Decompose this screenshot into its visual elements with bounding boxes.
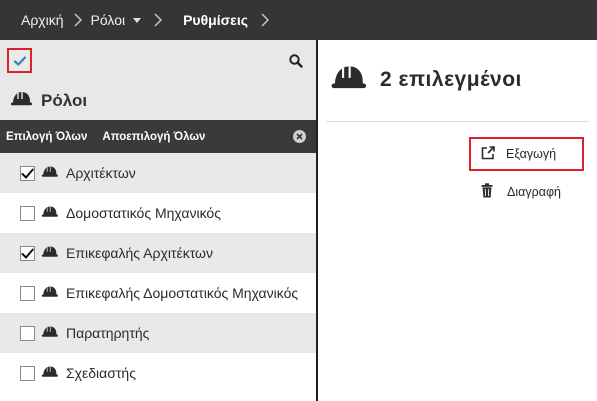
role-label: Αρχιτέκτων bbox=[66, 165, 136, 181]
breadcrumb-settings[interactable]: Ρυθμίσεις bbox=[183, 12, 248, 28]
divider bbox=[326, 121, 589, 122]
breadcrumb-roles[interactable]: Ρόλοι bbox=[91, 12, 126, 28]
role-checkbox[interactable] bbox=[20, 205, 35, 221]
hard-hat-icon bbox=[41, 325, 58, 341]
hard-hat-icon bbox=[10, 90, 32, 112]
toggle-selection-button[interactable] bbox=[7, 48, 32, 73]
select-all-link[interactable]: Επιλογή Όλων bbox=[6, 131, 87, 143]
section-title: Ρόλοι bbox=[41, 91, 88, 110]
checkmark-icon bbox=[21, 248, 34, 258]
role-checkbox[interactable] bbox=[20, 285, 35, 301]
hard-hat-icon bbox=[330, 62, 366, 97]
role-label: Σχεδιαστής bbox=[66, 365, 136, 381]
export-button[interactable]: Εξαγωγή bbox=[469, 137, 584, 171]
breadcrumb: Αρχική Ρόλοι Ρυθμίσεις bbox=[0, 0, 597, 40]
hard-hat-icon bbox=[41, 245, 58, 261]
role-label: Επικεφαλής Αρχιτέκτων bbox=[66, 245, 213, 261]
role-row[interactable]: Παρατηρητής bbox=[0, 313, 316, 353]
hard-hat-icon bbox=[41, 205, 58, 221]
hard-hat-icon bbox=[41, 365, 58, 381]
breadcrumb-home[interactable]: Αρχική bbox=[21, 12, 64, 28]
role-list: Αρχιτέκτων Δομοστατικός Μηχανικός Επικεφαλ… bbox=[0, 153, 316, 393]
roles-panel: Ρόλοι Επιλογή Όλων Αποεπιλογή Όλων Αρχιτ… bbox=[0, 40, 316, 401]
selection-header: 2 επιλεγμένοι bbox=[330, 62, 522, 97]
role-row[interactable]: Δομοστατικός Μηχανικός bbox=[0, 193, 316, 233]
section-header: Ρόλοι bbox=[0, 82, 316, 120]
checkmark-icon bbox=[21, 168, 34, 178]
close-icon[interactable] bbox=[293, 130, 306, 143]
export-label: Εξαγωγή bbox=[506, 147, 557, 161]
trash-icon bbox=[481, 183, 493, 201]
role-checkbox[interactable] bbox=[20, 365, 35, 381]
role-checkbox[interactable] bbox=[20, 245, 35, 261]
chevron-right-icon bbox=[261, 13, 269, 27]
role-checkbox[interactable] bbox=[20, 325, 35, 341]
checkmark-icon bbox=[13, 55, 26, 66]
delete-button[interactable]: Διαγραφή bbox=[481, 182, 561, 202]
hard-hat-icon bbox=[41, 285, 58, 301]
role-row[interactable]: Επικεφαλής Δομοστατικός Μηχανικός bbox=[0, 273, 316, 313]
role-label: Παρατηρητής bbox=[66, 325, 150, 341]
role-row[interactable]: Επικεφαλής Αρχιτέκτων bbox=[0, 233, 316, 273]
selection-bar: Επιλογή Όλων Αποεπιλογή Όλων bbox=[0, 120, 316, 153]
search-icon[interactable] bbox=[288, 53, 304, 69]
list-toolbar bbox=[0, 40, 316, 82]
role-label: Επικεφαλής Δομοστατικός Μηχανικός bbox=[66, 285, 299, 301]
role-row[interactable]: Σχεδιαστής bbox=[0, 353, 316, 393]
delete-label: Διαγραφή bbox=[507, 185, 561, 199]
selected-count: 2 επιλεγμένοι bbox=[380, 67, 522, 91]
caret-down-icon[interactable] bbox=[133, 17, 142, 23]
role-row[interactable]: Αρχιτέκτων bbox=[0, 153, 316, 193]
external-link-icon bbox=[480, 145, 496, 164]
hard-hat-icon bbox=[41, 165, 58, 181]
chevron-right-icon bbox=[74, 13, 82, 27]
role-label: Δομοστατικός Μηχανικός bbox=[66, 205, 221, 221]
deselect-all-link[interactable]: Αποεπιλογή Όλων bbox=[102, 131, 205, 143]
role-checkbox[interactable] bbox=[20, 165, 35, 181]
details-panel: 2 επιλεγμένοι Εξαγωγή Διαγραφή bbox=[318, 40, 597, 401]
chevron-right-icon bbox=[154, 13, 163, 27]
